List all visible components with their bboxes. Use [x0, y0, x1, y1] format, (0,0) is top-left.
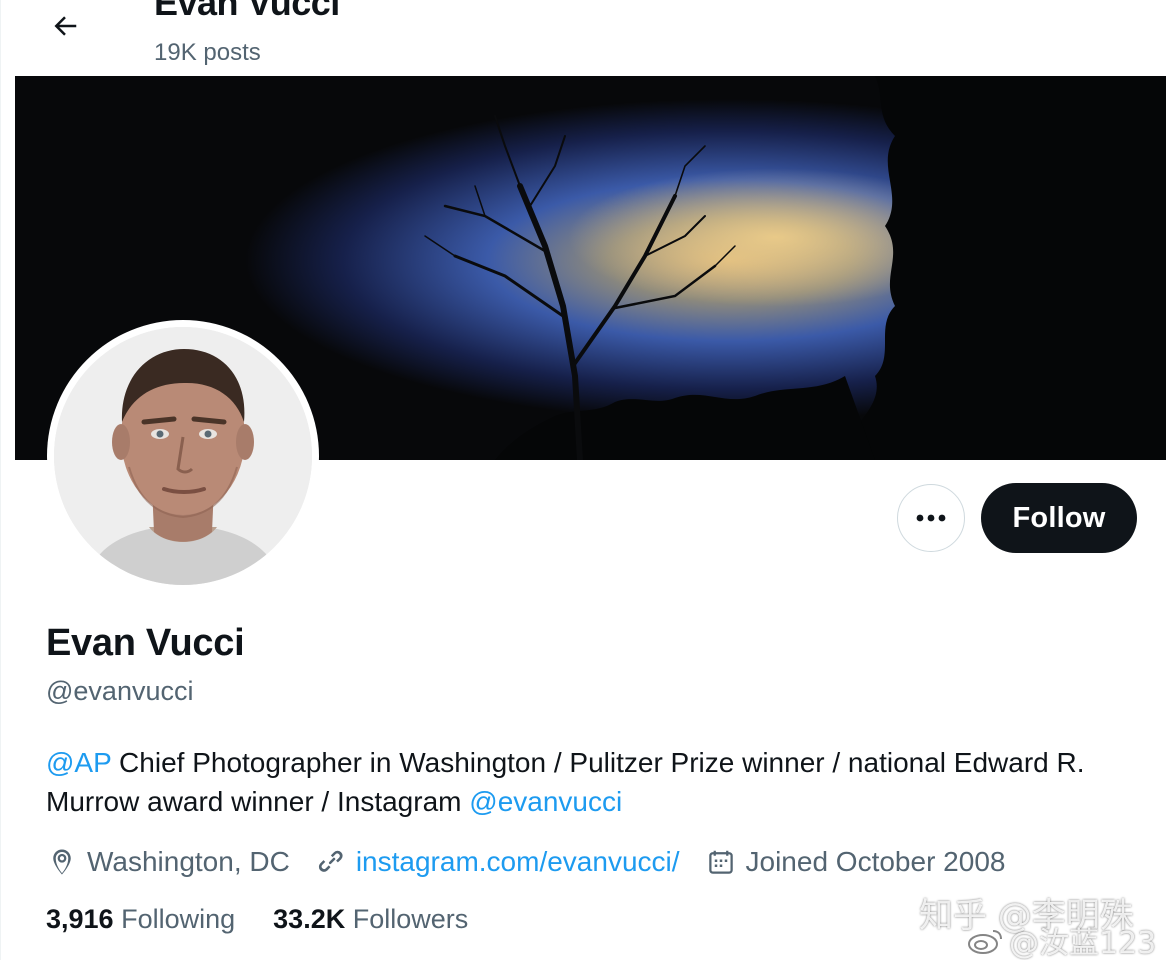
profile-page: Evan Vucci 19K posts Follow Evan Vucci @… — [0, 0, 1166, 960]
joined-text: Joined October 2008 — [745, 846, 1006, 877]
more-dots-icon — [916, 514, 946, 522]
calendar-icon — [708, 850, 733, 874]
bio-mention-instagram[interactable]: @evanvucci — [469, 786, 622, 817]
profile-handle: @evanvucci — [46, 676, 194, 706]
followers-count: 33.2K — [273, 904, 346, 934]
follow-button[interactable]: Follow — [981, 483, 1137, 553]
website-link[interactable]: instagram.com/evanvucci/ — [356, 846, 680, 878]
profile-bio: @AP Chief Photographer in Washington / P… — [46, 743, 1126, 821]
back-button[interactable] — [41, 6, 89, 46]
followers-label: Followers — [352, 904, 469, 934]
profile-meta: Washington, DC instagram.com/evanvucci/ … — [47, 841, 1031, 883]
more-options-button[interactable] — [897, 484, 965, 552]
arrow-left-icon — [54, 16, 77, 36]
location-item: Washington, DC — [47, 846, 290, 878]
following-label: Following — [121, 904, 236, 934]
followers-stat[interactable]: 33.2K Followers — [273, 904, 468, 935]
following-count: 3,916 — [46, 904, 114, 934]
profile-stats: 3,916 Following 33.2K Followers — [46, 904, 506, 935]
website-item: instagram.com/evanvucci/ — [316, 846, 680, 878]
location-pin-icon — [53, 849, 71, 875]
weibo-icon — [968, 930, 1002, 954]
watermark-weibo-text: @汝蓝123 — [1009, 926, 1157, 960]
profile-display-name: Evan Vucci — [46, 622, 245, 664]
bio-mention-ap[interactable]: @AP — [46, 747, 111, 778]
link-icon — [318, 850, 343, 872]
watermark-weibo: @汝蓝123 — [967, 918, 1156, 960]
profile-avatar[interactable] — [47, 320, 319, 592]
joined-item: Joined October 2008 — [706, 846, 1006, 878]
header-title: Evan Vucci — [154, 0, 340, 23]
header-posts-count: 19K posts — [154, 39, 261, 66]
location-text: Washington, DC — [87, 846, 290, 877]
following-stat[interactable]: 3,916 Following — [46, 904, 235, 935]
